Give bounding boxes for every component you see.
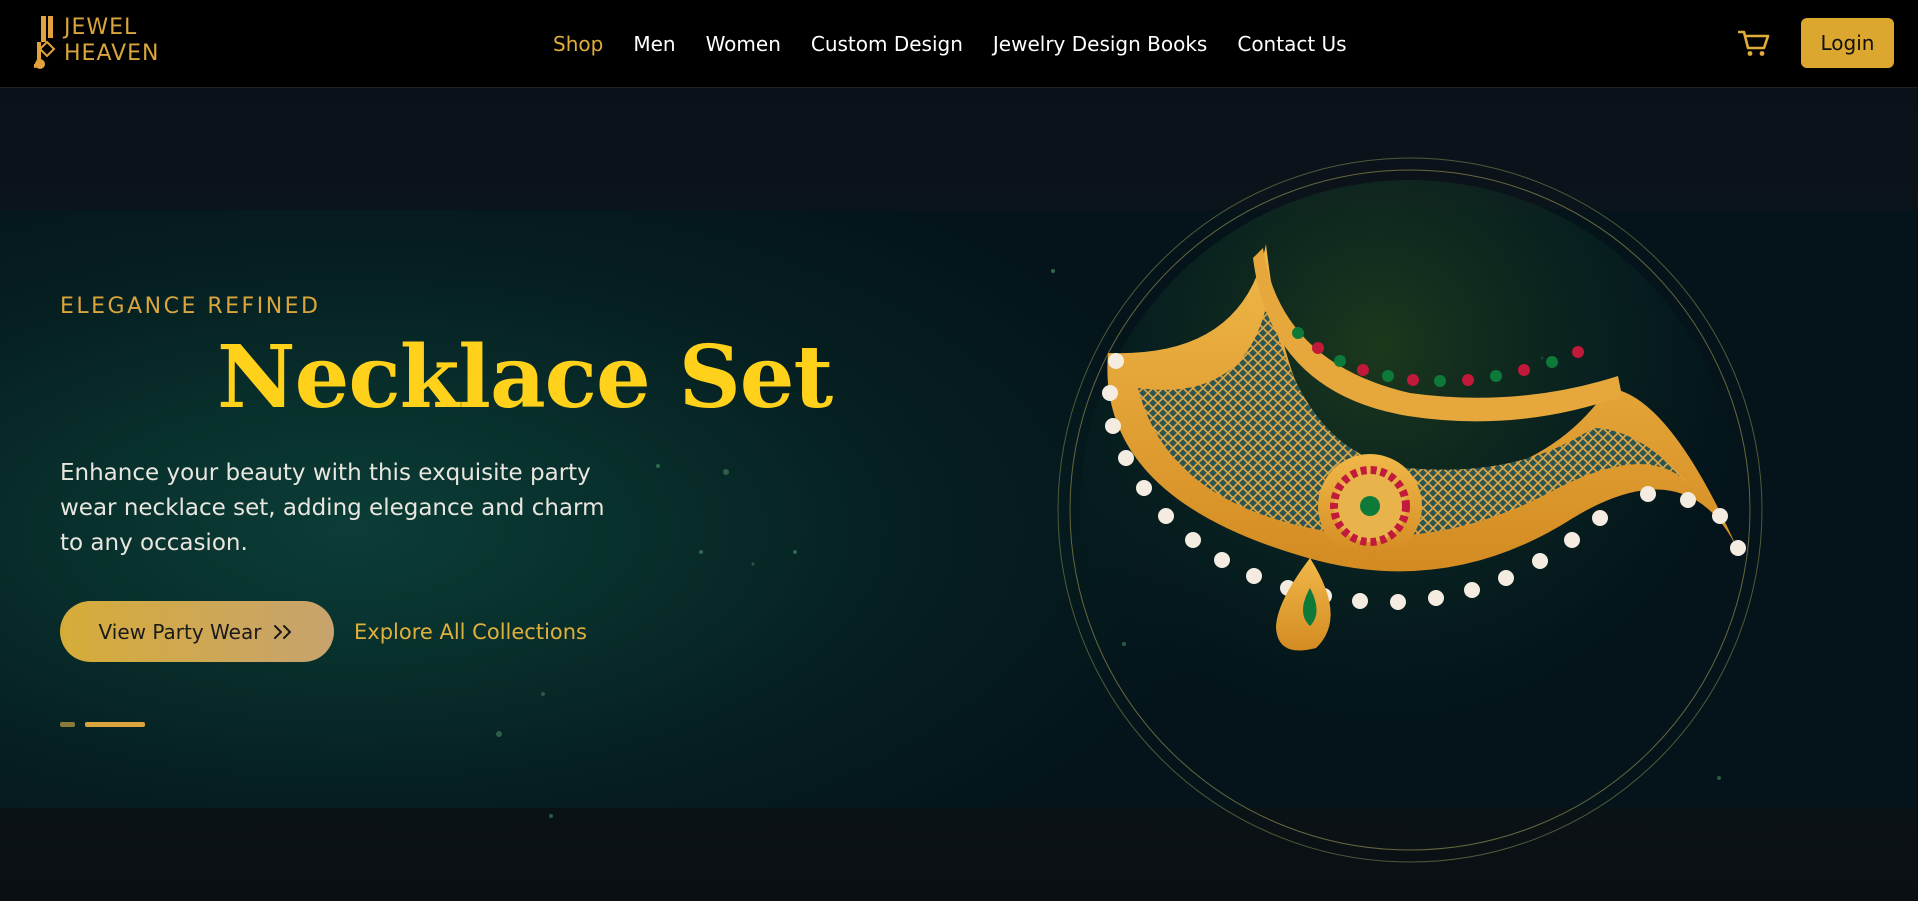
cart-icon[interactable] xyxy=(1738,28,1770,58)
brand-line-2: HEAVEN xyxy=(64,41,160,66)
logo-mark-icon xyxy=(34,16,56,69)
nav-men[interactable]: Men xyxy=(633,29,675,59)
slide-indicator-1[interactable] xyxy=(60,722,75,727)
nav-jewelry-design-books[interactable]: Jewelry Design Books xyxy=(993,29,1207,59)
hero-title: Necklace Set xyxy=(217,327,833,428)
view-party-wear-button[interactable]: View Party Wear xyxy=(60,601,334,662)
double-chevron-right-icon xyxy=(274,624,292,639)
site-header: JEWEL HEAVEN Shop Men Women Custom Desig… xyxy=(0,0,1918,88)
explore-all-collections-link[interactable]: Explore All Collections xyxy=(354,618,587,646)
nav-contact-us[interactable]: Contact Us xyxy=(1237,29,1346,59)
main-nav: Shop Men Women Custom Design Jewelry Des… xyxy=(553,29,1377,59)
hero-eyebrow: ELEGANCE REFINED xyxy=(60,294,321,319)
nav-women[interactable]: Women xyxy=(706,29,781,59)
login-button[interactable]: Login xyxy=(1801,18,1894,68)
hero-description: Enhance your beauty with this exquisite … xyxy=(60,460,605,556)
nav-shop[interactable]: Shop xyxy=(553,29,603,59)
brand-line-1: JEWEL xyxy=(64,15,138,40)
necklace-image xyxy=(1048,148,1772,872)
view-party-wear-label: View Party Wear xyxy=(98,619,262,644)
slide-indicator-2[interactable] xyxy=(85,722,145,727)
necklace-illustration xyxy=(1057,157,1763,863)
nav-custom-design[interactable]: Custom Design xyxy=(811,29,963,59)
brand-logo[interactable]: JEWEL HEAVEN xyxy=(32,14,172,72)
